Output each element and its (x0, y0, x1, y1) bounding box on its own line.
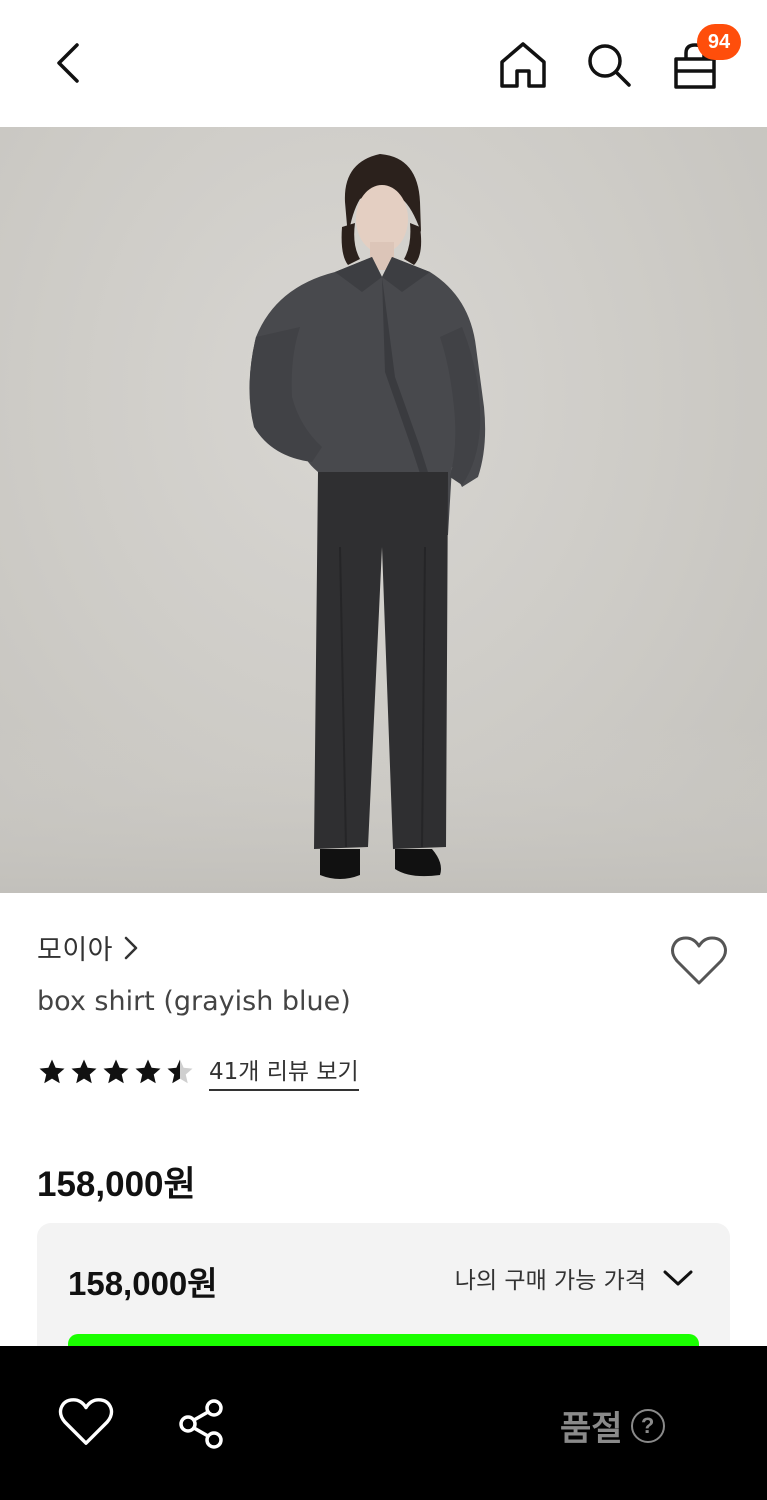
product-name: box shirt (grayish blue) (37, 986, 351, 1017)
purchasable-price-toggle[interactable]: 나의 구매 가능 가격 (455, 1261, 694, 1295)
chevron-left-icon (57, 43, 79, 83)
brand-name: 모이아 (37, 935, 114, 966)
share-icon (179, 1399, 223, 1449)
sold-out-status: 품절 ? (560, 1401, 665, 1450)
star-full-icon (39, 1059, 65, 1083)
brand-link[interactable]: 모이아 (37, 928, 139, 967)
heart-outline-icon (58, 1398, 114, 1445)
cart-count-badge: 94 (697, 24, 741, 60)
model-photo (0, 154, 767, 893)
product-detail-page: 94 모이아 box shirt (grayish blue) 41개 리뷰 보… (0, 0, 767, 1500)
home-icon (500, 42, 546, 88)
bottom-action-bar: 품절 ? (0, 1346, 767, 1500)
rating-row: 41개 리뷰 보기 (37, 1052, 359, 1091)
product-price: 158,000원 (37, 1165, 196, 1204)
product-image[interactable] (0, 127, 767, 893)
top-header: 94 (0, 0, 767, 127)
sold-out-label: 품절 (560, 1409, 623, 1449)
star-full-icon (71, 1059, 97, 1083)
search-button[interactable] (580, 36, 638, 94)
star-half-icon (167, 1059, 193, 1083)
star-full-icon (103, 1059, 129, 1083)
like-button[interactable] (58, 1396, 114, 1448)
back-button[interactable] (40, 35, 96, 91)
wishlist-button[interactable] (670, 934, 728, 992)
purchasable-price-label: 나의 구매 가능 가격 (454, 1268, 646, 1294)
purchasable-price: 158,000원 (68, 1265, 218, 1302)
search-icon (588, 44, 631, 87)
reviews-link[interactable]: 41개 리뷰 보기 (209, 1052, 359, 1091)
home-button[interactable] (494, 36, 552, 94)
star-full-icon (135, 1059, 161, 1083)
chevron-down-icon (663, 1270, 693, 1286)
chevron-right-icon (124, 936, 138, 959)
rating-stars (37, 1057, 195, 1087)
help-icon[interactable]: ? (630, 1408, 665, 1443)
share-button[interactable] (176, 1398, 228, 1450)
heart-outline-icon (671, 936, 727, 985)
